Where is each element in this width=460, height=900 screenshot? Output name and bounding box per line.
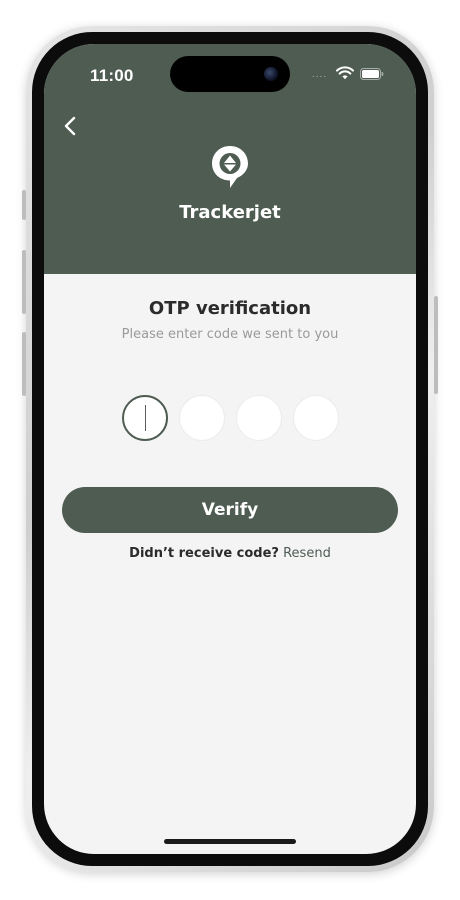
battery-icon — [360, 68, 384, 80]
power-button — [434, 296, 438, 394]
resend-link[interactable]: Resend — [283, 546, 331, 561]
volume-down-button — [22, 332, 26, 396]
otp-input-group — [122, 395, 342, 441]
page-title: OTP verification — [148, 298, 312, 319]
status-time: 11:00 — [90, 66, 134, 85]
app-screen: 11:00 .... Trackerjet OTP verification P… — [44, 44, 416, 854]
dynamic-island — [170, 56, 290, 92]
otp-digit-2[interactable] — [179, 395, 225, 441]
brand-name: Trackerjet — [179, 202, 281, 223]
chevron-left-icon — [64, 116, 76, 136]
resend-row: Didn’t receive code? Resend — [44, 546, 416, 561]
home-indicator[interactable] — [164, 839, 296, 844]
resend-prompt: Didn’t receive code? — [129, 546, 279, 561]
text-cursor — [144, 405, 146, 431]
volume-up-button — [22, 250, 26, 314]
verify-button[interactable]: Verify — [62, 487, 398, 533]
otp-digit-4[interactable] — [293, 395, 339, 441]
signal-dots: .... — [312, 69, 328, 80]
header: 11:00 .... Trackerjet — [44, 44, 416, 274]
camera-icon — [264, 67, 278, 81]
otp-digit-3[interactable] — [236, 395, 282, 441]
location-pin-icon — [212, 146, 248, 188]
back-button[interactable] — [58, 114, 82, 138]
page-subtitle: Please enter code we sent to you — [121, 327, 339, 342]
otp-digit-1[interactable] — [122, 395, 168, 441]
silent-switch — [22, 190, 26, 220]
wifi-icon — [336, 66, 354, 80]
